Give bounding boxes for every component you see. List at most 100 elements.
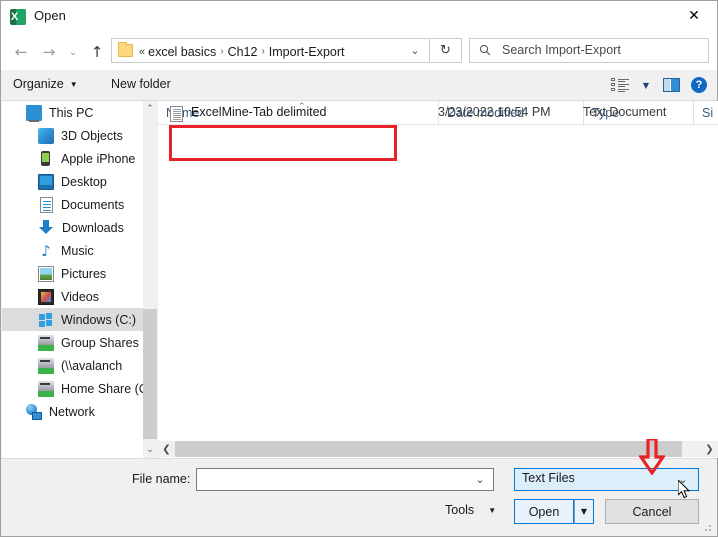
scrollbar-thumb[interactable] xyxy=(143,309,157,439)
file-list-pane: Name Date modified Type Si ⌃ ExcelMine-T… xyxy=(158,101,718,458)
page-title: Open xyxy=(34,8,66,23)
back-icon[interactable]: ← xyxy=(9,40,33,64)
sidebar-item-apple-iphone[interactable]: Apple iPhone xyxy=(2,147,157,170)
file-name-input[interactable]: ⌄ xyxy=(196,468,494,491)
chevron-down-icon: ▼ xyxy=(69,79,78,89)
view-layout-icon[interactable] xyxy=(611,78,629,92)
highlight-box-annotation xyxy=(169,125,397,161)
file-name-cell: ExcelMine-Tab delimited xyxy=(191,105,327,119)
help-icon[interactable]: ? xyxy=(691,77,707,93)
file-name-field[interactable] xyxy=(201,469,471,490)
scroll-right-icon[interactable]: ❯ xyxy=(701,441,718,457)
sidebar-item-downloads[interactable]: Downloads xyxy=(2,216,157,239)
sidebar-item-label: Windows (C:) xyxy=(61,312,137,327)
open-button[interactable]: Open xyxy=(514,499,574,524)
excel-icon-letter: X xyxy=(10,11,19,23)
arrow-annotation xyxy=(639,439,665,475)
title-bar: X Open ✕ xyxy=(1,1,717,32)
mouse-cursor xyxy=(677,478,692,505)
3d-objects-icon xyxy=(38,127,54,144)
scroll-left-icon[interactable]: ❮ xyxy=(158,441,175,457)
sidebar-item-avalanch[interactable]: (\\avalanch xyxy=(2,354,157,377)
network-drive-icon xyxy=(38,358,54,374)
pc-icon xyxy=(26,104,42,122)
apple-iphone-icon xyxy=(38,150,54,167)
up-icon[interactable]: ↑ xyxy=(85,40,109,64)
breadcrumb-item-1[interactable]: Ch12 xyxy=(228,45,258,59)
sidebar-item-desktop[interactable]: Desktop xyxy=(2,170,157,193)
navigation-pane: This PC 3D Objects Apple iPhone Desktop Docu… xyxy=(2,101,157,458)
organize-button[interactable]: Organize ▼ xyxy=(13,77,78,91)
scroll-down-icon[interactable]: ⌄ xyxy=(143,442,157,458)
organize-label: Organize xyxy=(13,77,64,91)
command-toolbar: Organize ▼ New folder ▼ ? xyxy=(1,70,717,101)
sidebar-item-label: Music xyxy=(61,243,94,258)
scroll-up-icon[interactable]: ⌃ xyxy=(143,101,157,117)
dialog-footer: File name: ⌄ Text Files ⌄ Tools ▼ Open ▼… xyxy=(1,458,717,536)
address-bar[interactable]: « excel basics › Ch12 › Import-Export ⌄ … xyxy=(111,38,462,63)
column-header-size[interactable]: Si xyxy=(693,101,718,124)
search-icon xyxy=(479,44,491,56)
sidebar-item-label: Network xyxy=(49,404,95,419)
text-document-icon xyxy=(170,106,183,122)
sidebar-item-3d-objects[interactable]: 3D Objects xyxy=(2,124,157,147)
resize-grip[interactable] xyxy=(703,523,713,533)
sidebar-item-videos[interactable]: Videos xyxy=(2,285,157,308)
documents-icon xyxy=(38,196,54,213)
preview-pane-icon[interactable] xyxy=(663,78,680,92)
sidebar-item-label: (\\avalanch xyxy=(61,358,123,373)
sidebar-item-label: Home Share (Co xyxy=(61,381,155,396)
windows-drive-icon xyxy=(38,312,54,328)
excel-icon: X xyxy=(10,9,26,25)
sidebar-item-label: Apple iPhone xyxy=(61,151,136,166)
breadcrumb-separator-1[interactable]: › xyxy=(261,46,264,57)
breadcrumb-item-2[interactable]: Import-Export xyxy=(269,45,345,59)
videos-icon xyxy=(38,288,54,305)
file-name-dropdown-icon[interactable]: ⌄ xyxy=(471,469,489,490)
breadcrumb-item-0[interactable]: excel basics xyxy=(148,45,216,59)
chevron-down-icon: ▼ xyxy=(488,505,497,515)
sidebar-item-label: 3D Objects xyxy=(61,128,123,143)
tools-label: Tools xyxy=(445,503,475,517)
file-name-label: File name: xyxy=(132,472,191,486)
recent-locations-icon[interactable]: ⌄ xyxy=(61,40,85,64)
file-list-horizontal-scrollbar[interactable]: ❮ ❯ xyxy=(158,441,718,457)
network-drive-icon xyxy=(38,381,54,397)
sidebar-item-pictures[interactable]: Pictures xyxy=(2,262,157,285)
open-dropdown-icon[interactable]: ▼ xyxy=(574,499,594,524)
sidebar-item-label: Desktop xyxy=(61,174,107,189)
sidebar-item-label: Documents xyxy=(61,197,125,212)
sidebar-item-this-pc[interactable]: This PC xyxy=(2,101,157,124)
view-dropdown-icon[interactable]: ▼ xyxy=(643,81,649,90)
navigation-pane-scrollbar[interactable]: ⌃ ⌄ xyxy=(143,101,157,458)
file-date-cell: 3/23/2022 10:54 PM xyxy=(438,105,551,119)
file-type-filter-combobox[interactable]: Text Files ⌄ xyxy=(514,468,699,491)
music-icon: ♪ xyxy=(41,241,51,260)
sidebar-item-home-share-co[interactable]: Home Share (Co xyxy=(2,377,157,400)
pictures-icon xyxy=(38,265,54,282)
h-scrollbar-thumb[interactable] xyxy=(175,441,682,457)
desktop-icon xyxy=(38,173,54,190)
sidebar-item-group-shares-c[interactable]: Group Shares (C xyxy=(2,331,157,354)
sidebar-item-music[interactable]: ♪ Music xyxy=(2,239,157,262)
folder-icon xyxy=(118,42,133,57)
sidebar-item-label: Downloads xyxy=(62,220,124,235)
breadcrumb-overflow-icon[interactable]: « xyxy=(139,46,145,58)
sidebar-item-label: Pictures xyxy=(61,266,107,281)
file-type-filter-value: Text Files xyxy=(522,471,575,485)
sidebar-item-documents[interactable]: Documents xyxy=(2,193,157,216)
tools-button[interactable]: Tools ▼ xyxy=(445,503,496,517)
sidebar-item-label: Videos xyxy=(61,289,99,304)
search-input[interactable]: Search Import-Export xyxy=(469,38,709,63)
close-icon[interactable]: ✕ xyxy=(671,1,717,31)
network-icon xyxy=(26,404,42,420)
address-dropdown-icon[interactable]: ⌄ xyxy=(403,39,427,62)
sidebar-item-windows-c[interactable]: Windows (C:) xyxy=(2,308,157,331)
network-drive-icon xyxy=(38,335,54,351)
file-type-cell: Text Document xyxy=(583,105,667,119)
breadcrumb-separator-0[interactable]: › xyxy=(220,46,223,57)
new-folder-button[interactable]: New folder xyxy=(111,77,171,91)
forward-icon[interactable]: → xyxy=(37,40,61,64)
sidebar-item-network[interactable]: Network xyxy=(2,400,157,423)
refresh-icon[interactable]: ↻ xyxy=(429,39,461,62)
